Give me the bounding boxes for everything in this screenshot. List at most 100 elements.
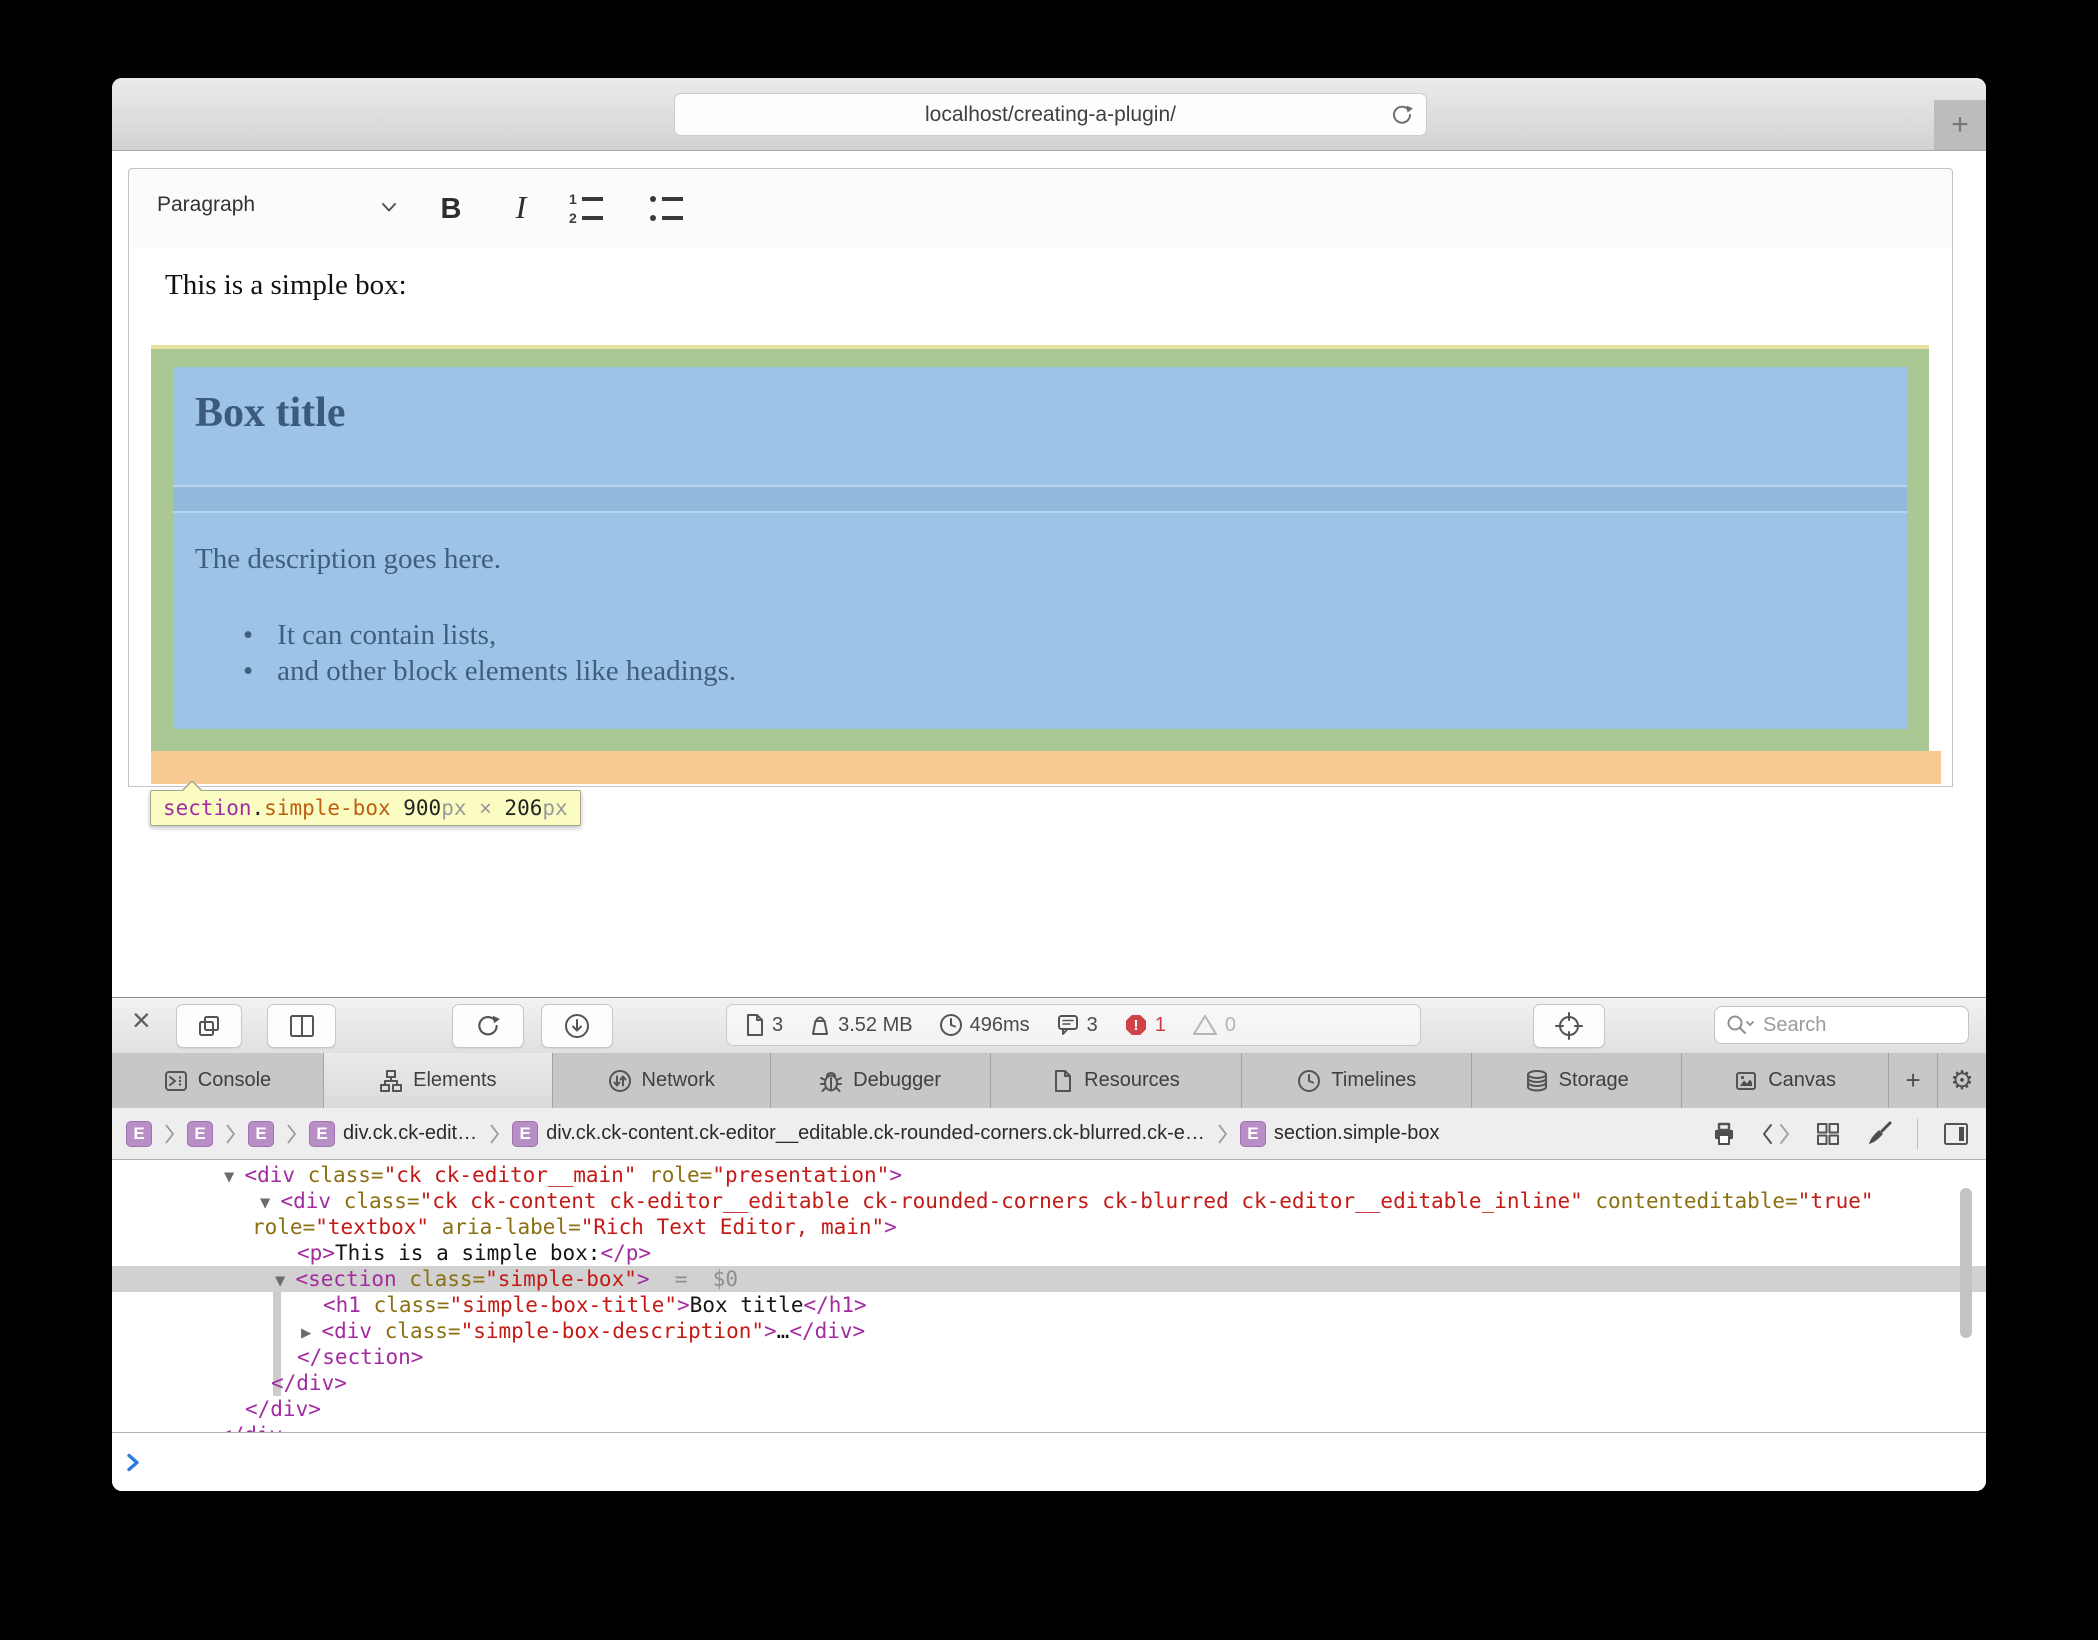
stat-time-value: 496ms	[970, 1014, 1030, 1037]
box-description-text[interactable]: The description goes here.	[195, 543, 501, 576]
address-bar[interactable]: localhost/creating-a-plugin/	[674, 93, 1427, 136]
dom-node[interactable]: </div>	[245, 1396, 321, 1422]
breadcrumb-item-selected[interactable]: E section.simple-box	[1240, 1121, 1440, 1147]
tab-console[interactable]: Console	[112, 1053, 324, 1108]
title-bar: localhost/creating-a-plugin/ +	[112, 78, 1986, 151]
element-picker-button[interactable]	[1533, 1004, 1605, 1048]
numbered-list-button[interactable]: 1 2	[567, 189, 609, 227]
stat-resources[interactable]: 3	[745, 1013, 783, 1037]
reload-icon[interactable]	[1390, 103, 1414, 127]
dom-node[interactable]: </div>	[271, 1370, 347, 1396]
dom-token: class=	[308, 1163, 384, 1187]
stat-load-time[interactable]: 496ms	[939, 1013, 1030, 1037]
dom-node-selected[interactable]: ▼ <section class="simple-box"> = $0	[275, 1266, 738, 1294]
border-highlight	[151, 345, 1929, 349]
dom-token: </div>	[245, 1397, 321, 1421]
scrollbar-thumb[interactable]	[1960, 1188, 1972, 1338]
breadcrumb-item[interactable]: E	[126, 1121, 152, 1147]
dom-node[interactable]: </section>	[297, 1344, 423, 1370]
source-code-icon[interactable]	[1761, 1121, 1791, 1147]
dom-token: </h1>	[803, 1293, 866, 1317]
clock-icon	[1297, 1069, 1321, 1093]
search-icon	[1725, 1013, 1755, 1037]
clock-icon	[939, 1013, 963, 1037]
list-item[interactable]: • It can contain lists,	[243, 619, 496, 652]
detach-devtools-button[interactable]	[176, 1004, 242, 1048]
dom-node[interactable]: ▶ <div class="simple-box-description">…<…	[301, 1318, 865, 1346]
devtools-tab-bar: Console Elements Network Debugger Resour…	[112, 1053, 1986, 1108]
italic-button[interactable]: I	[501, 185, 541, 229]
dom-token: "ck ck-editor__main"	[384, 1163, 650, 1187]
warning-triangle-icon	[1192, 1013, 1218, 1037]
database-icon	[1525, 1069, 1549, 1093]
dom-node[interactable]: ▼ <div class="ck ck-content ck-editor__e…	[260, 1188, 1874, 1216]
breadcrumb-item[interactable]: E div.ck.ck-content.ck-editor__editable.…	[512, 1121, 1205, 1147]
bulleted-list-button[interactable]	[647, 189, 689, 227]
element-badge: E	[187, 1121, 213, 1147]
disclosure-triangle-icon[interactable]: ▼	[260, 1193, 280, 1213]
quick-console[interactable]	[112, 1432, 1986, 1491]
dom-token: "simple-box-title"	[449, 1293, 677, 1317]
tab-label: Canvas	[1768, 1069, 1836, 1092]
editor-paragraph[interactable]: This is a simple box:	[165, 269, 407, 302]
stat-warnings[interactable]: 0	[1192, 1013, 1236, 1037]
search-input[interactable]: Search	[1714, 1006, 1969, 1044]
grid-icon[interactable]	[1815, 1121, 1841, 1147]
print-icon[interactable]	[1711, 1121, 1737, 1147]
disclosure-triangle-icon[interactable]: ▶	[301, 1323, 321, 1343]
content-highlight: Box title The description goes here. • I…	[173, 367, 1907, 729]
disclosure-triangle-icon[interactable]: ▼	[224, 1167, 244, 1187]
tab-label: Storage	[1559, 1069, 1629, 1092]
tab-elements[interactable]: Elements	[324, 1053, 553, 1108]
chevron-right-icon	[286, 1123, 297, 1145]
breadcrumb-item[interactable]: E div.ck.ck-edit…	[309, 1121, 477, 1147]
tab-label: Network	[642, 1069, 715, 1092]
tab-canvas[interactable]: Canvas	[1682, 1053, 1889, 1108]
dom-node[interactable]: </div	[219, 1422, 282, 1432]
divider	[1917, 1119, 1918, 1149]
paragraph-dropdown[interactable]: Paragraph	[157, 193, 255, 217]
split-view-icon	[288, 1013, 316, 1039]
new-tab-button[interactable]: +	[1934, 100, 1986, 150]
tab-resources[interactable]: Resources	[991, 1053, 1243, 1108]
dom-node[interactable]: <p>This is a simple box:</p>	[297, 1240, 651, 1266]
bold-button[interactable]: B	[429, 187, 473, 231]
devtools-settings-button[interactable]: ⚙	[1938, 1053, 1986, 1108]
dock-side-button[interactable]	[267, 1004, 336, 1048]
breadcrumb-item[interactable]: E	[248, 1121, 274, 1147]
tab-storage[interactable]: Storage	[1472, 1053, 1682, 1108]
tab-network[interactable]: Network	[553, 1053, 771, 1108]
list-item[interactable]: • and other block elements like headings…	[243, 655, 736, 688]
chevron-down-icon[interactable]	[381, 202, 397, 213]
dom-node-continuation[interactable]: role="textbox" aria-label="Rich Text Edi…	[252, 1214, 897, 1240]
dom-token: "simple-box"	[485, 1267, 637, 1291]
devtools-toolbar: × 3 3.	[112, 997, 1986, 1055]
element-badge: E	[248, 1121, 274, 1147]
tab-timelines[interactable]: Timelines	[1242, 1053, 1472, 1108]
tooltip-class: simple-box	[264, 796, 390, 820]
margin-highlight	[151, 751, 1941, 784]
download-button[interactable]	[541, 1004, 613, 1048]
dom-token: >	[677, 1293, 690, 1317]
breadcrumb-item[interactable]: E	[187, 1121, 213, 1147]
svg-text:2: 2	[569, 210, 577, 226]
dom-node[interactable]: <h1 class="simple-box-title">Box title</…	[323, 1292, 867, 1318]
stat-errors[interactable]: ! 1	[1124, 1013, 1166, 1037]
dom-token: </section>	[297, 1345, 423, 1369]
reload-page-button[interactable]	[452, 1004, 524, 1048]
close-devtools-button[interactable]: ×	[132, 1002, 151, 1039]
box-title-heading[interactable]: Box title	[195, 389, 345, 437]
rich-text-editor[interactable]: This is a simple box: Box title The desc…	[128, 247, 1953, 787]
stat-console-logs[interactable]: 3	[1056, 1013, 1098, 1037]
add-tab-button[interactable]: +	[1889, 1053, 1938, 1108]
dom-node[interactable]: ▼ <div class="ck ck-editor__main" role="…	[224, 1162, 902, 1190]
details-sidebar-toggle-icon[interactable]	[1942, 1121, 1970, 1147]
stat-transfer-size[interactable]: 3.52 MB	[809, 1013, 912, 1037]
element-size-tooltip: section.simple-box 900px × 206px	[150, 790, 581, 826]
tab-debugger[interactable]: Debugger	[771, 1053, 991, 1108]
dom-token: "simple-box-description"	[461, 1319, 764, 1343]
dom-tree-panel[interactable]: ▼ <div class="ck ck-editor__main" role="…	[112, 1160, 1986, 1432]
paintbrush-icon[interactable]	[1865, 1120, 1893, 1148]
disclosure-triangle-icon[interactable]: ▼	[275, 1271, 295, 1291]
resource-stats-bar[interactable]: 3 3.52 MB 496ms 3 ! 1 0	[726, 1004, 1421, 1046]
